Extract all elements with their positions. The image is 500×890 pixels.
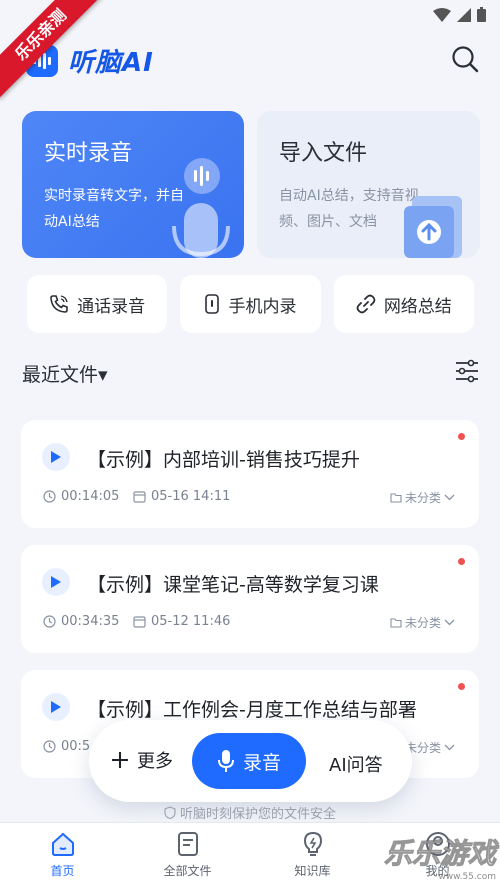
search-button[interactable] [450, 44, 480, 74]
file-duration: 00:5 [43, 739, 90, 754]
call-record-button[interactable]: 通话录音 [27, 275, 168, 333]
category-dropdown[interactable]: 未分类 [390, 489, 455, 506]
category-dropdown[interactable]: 未分类 [390, 614, 455, 631]
play-button[interactable] [42, 568, 70, 596]
tab-all-files[interactable]: 全部文件 [125, 823, 250, 890]
file-duration: 00:34:35 [43, 614, 119, 629]
chevron-down-icon [444, 619, 455, 626]
realtime-record-card[interactable]: 实时录音 实时录音转文字，并自动AI总结 [22, 111, 244, 258]
import-file-card[interactable]: 导入文件 自动AI总结，支持音视频、图片、文档 [257, 111, 480, 258]
calendar-icon [133, 491, 146, 503]
more-button[interactable]: 更多 [111, 747, 173, 773]
clock-icon [43, 740, 56, 753]
chevron-down-icon [444, 744, 455, 751]
more-label: 更多 [137, 751, 173, 772]
app-name: 听脑AI [68, 48, 154, 78]
ai-qa-button[interactable]: AI问答 [329, 751, 383, 777]
file-title: 【示例】工作例会-月度工作总结与部署 [87, 699, 417, 721]
import-title: 导入文件 [279, 141, 368, 166]
status-icons [433, 7, 486, 22]
call-record-label: 通话录音 [77, 296, 146, 317]
chevron-down-icon [444, 494, 455, 501]
filter-icon [456, 359, 478, 383]
battery-icon [477, 7, 486, 22]
web-summary-label: 网络总结 [383, 296, 452, 317]
phone-icon [50, 295, 68, 313]
file-duration: 00:14:05 [43, 489, 119, 504]
record-label: 录音 [242, 751, 281, 774]
calendar-icon [133, 616, 146, 628]
file-icon [177, 832, 198, 856]
realtime-title: 实时录音 [44, 141, 133, 166]
play-button[interactable] [42, 693, 70, 721]
header: 听脑AI [0, 36, 500, 84]
safety-notice: 听脑时刻保护您的文件安全 [0, 803, 500, 822]
unread-dot [458, 683, 465, 690]
tab-home[interactable]: 首页 [0, 823, 125, 890]
shield-icon [164, 806, 176, 819]
phone-record-icon [205, 294, 220, 314]
file-title: 【示例】课堂笔记-高等数学复习课 [87, 574, 379, 596]
unread-dot [458, 433, 465, 440]
tab-knowledge[interactable]: 知识库 [250, 823, 375, 890]
play-icon [51, 576, 61, 588]
file-title: 【示例】内部培训-销售技巧提升 [87, 449, 360, 471]
upload-illustration-icon [404, 196, 462, 258]
bulb-icon [303, 831, 322, 856]
record-button[interactable]: 录音 [192, 733, 306, 789]
signal-icon [457, 7, 471, 22]
internal-record-button[interactable]: 手机内录 [180, 275, 321, 333]
clock-icon [43, 615, 56, 628]
play-icon [51, 701, 61, 713]
wifi-icon [433, 7, 451, 22]
watermark: 乐乐游戏 www.55.com [383, 837, 496, 883]
web-summary-button[interactable]: 网络总结 [333, 275, 474, 333]
recent-files-bar: 最近文件▾ [22, 356, 480, 388]
folder-icon [390, 493, 402, 503]
play-icon [51, 451, 61, 463]
home-icon [51, 832, 74, 856]
file-date: 05-12 11:46 [133, 614, 230, 629]
microphone-icon [217, 750, 234, 772]
play-button[interactable] [42, 443, 70, 471]
floating-action-bar: 更多 录音 AI问答 [89, 720, 412, 802]
unread-dot [458, 558, 465, 565]
plus-icon [112, 752, 128, 768]
internal-record-label: 手机内录 [228, 296, 297, 317]
clock-icon [43, 490, 56, 503]
recent-files-dropdown[interactable]: 最近文件▾ [22, 360, 108, 387]
microphone-illustration-icon [172, 158, 230, 258]
link-icon [356, 294, 376, 314]
file-card[interactable]: 【示例】课堂笔记-高等数学复习课 00:34:35 05-12 11:46 未分… [21, 545, 479, 653]
filter-button[interactable] [454, 358, 480, 384]
quick-actions: 通话录音 手机内录 网络总结 [27, 275, 474, 333]
file-card[interactable]: 【示例】内部培训-销售技巧提升 00:14:05 05-16 14:11 未分类 [21, 420, 479, 528]
file-date: 05-16 14:11 [133, 489, 230, 504]
search-icon [452, 46, 479, 73]
folder-icon [390, 618, 402, 628]
